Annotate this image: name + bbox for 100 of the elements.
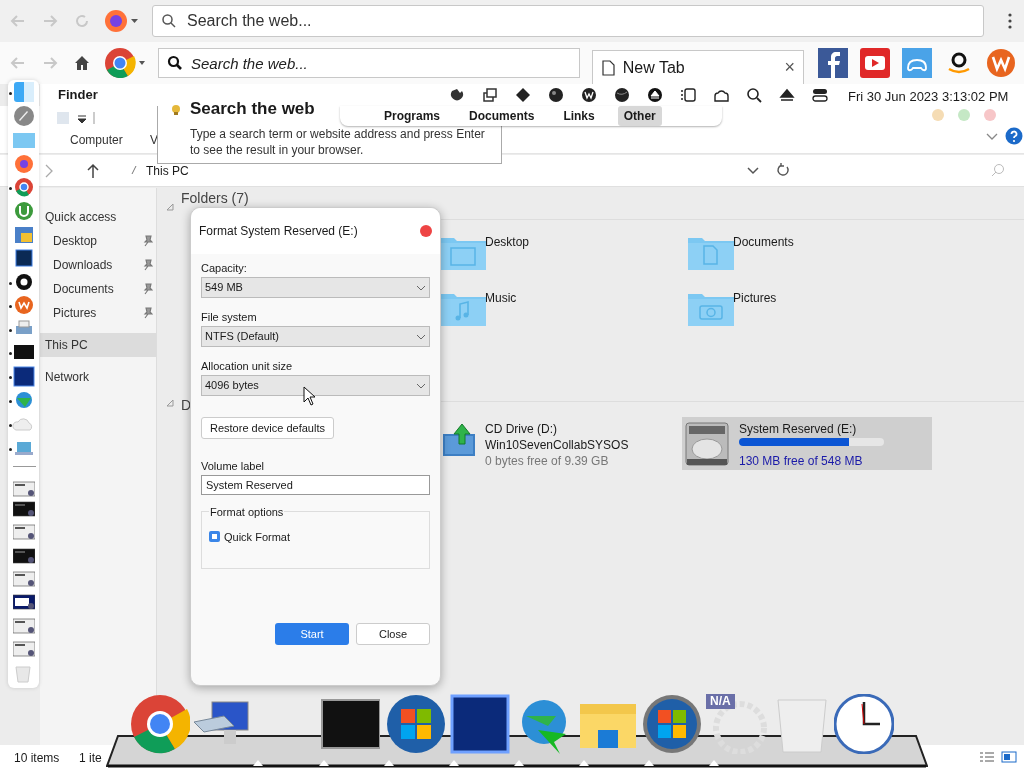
status-text: 1 ite [79,750,102,767]
play-button-icon[interactable] [860,48,890,78]
orb-icon[interactable] [386,694,446,754]
field-label: Volume label [201,459,265,473]
status-text: 10 items [14,750,60,767]
tiles-view-icon[interactable] [1001,751,1017,763]
category-tab[interactable]: Programs [378,106,447,126]
ribbon-tab[interactable]: Computer [70,131,123,149]
clock[interactable]: Fri 30 Jun 2023 3:13:02 PM [848,87,1009,107]
chevron-down-icon [416,382,426,389]
gamepad-icon[interactable] [902,48,932,78]
browser-logo-icon[interactable] [130,694,190,754]
social-icon[interactable] [818,48,848,78]
search-icon[interactable] [746,87,762,103]
browser-logo-icon[interactable] [104,46,146,80]
category-tab[interactable]: Documents [463,106,541,126]
disc-drive-icon[interactable] [442,422,476,458]
diamond-icon[interactable] [515,87,531,103]
drive-name[interactable]: CD Drive (D:) [485,420,557,438]
window-thumbnail-icon[interactable] [13,480,35,498]
ribbon-tab[interactable]: V [150,131,158,149]
sphere-icon[interactable] [548,87,564,103]
toggle-icon[interactable] [812,87,828,103]
checkbox-label: Quick Format [224,529,290,545]
search-field[interactable]: Search the web... [158,48,580,78]
picture-viewer-icon[interactable] [12,224,36,246]
field-label: Allocation unit size [201,359,294,373]
field-label: File system [201,310,258,324]
window-thumbnail-icon[interactable] [13,500,35,518]
hard-drive-icon[interactable] [685,421,729,467]
tab-close-button[interactable]: × [784,54,795,81]
browser-logo-icon[interactable] [12,153,36,175]
eject-icon[interactable] [779,87,795,103]
chevron-down-icon [416,333,426,340]
folder-name[interactable]: Music [485,289,517,307]
toolbar-icon[interactable] [56,110,96,126]
window-thumbnail-icon[interactable] [13,523,35,541]
clock-icon[interactable] [834,694,894,754]
volume-label-field[interactable]: System Reserved [201,475,430,495]
category-tab[interactable]: Other [617,106,662,126]
folder-name[interactable]: Pictures [733,289,777,307]
dialog-title: Format System Reserved (E:) [199,223,359,240]
restore-defaults-button[interactable]: Restore device defaults [201,417,334,439]
photo-editor-icon[interactable] [12,247,36,269]
chevron-down-icon[interactable] [986,133,998,141]
chevron-down-icon [416,284,426,291]
sidebar-icon[interactable] [680,87,696,103]
window-thumbnail-icon[interactable] [13,547,35,565]
window-thumbnail-icon[interactable] [13,570,35,588]
dark-circle-icon[interactable] [581,87,597,103]
nav-item[interactable]: Pictures [40,301,156,325]
checkbox[interactable] [209,531,220,543]
nav-item[interactable]: This PC [40,333,156,357]
dialog-button[interactable]: Close [356,623,430,645]
nav-item[interactable]: Desktop [40,229,156,253]
section-header: D [181,396,192,415]
browser-logo-icon[interactable] [12,176,36,198]
cloud-icon[interactable] [713,87,729,103]
windows-stack-icon[interactable] [482,87,498,103]
window-thumbnail-icon[interactable] [13,640,35,658]
drive-name[interactable]: System Reserved (E:) [739,420,857,438]
category-tab[interactable]: Links [557,106,601,126]
photo-editor-icon[interactable] [450,694,510,754]
section-header: Folders (7) [181,191,249,206]
field-label: Capacity: [201,261,248,275]
torrent-icon[interactable] [12,200,36,222]
nav-item[interactable]: Documents [40,277,156,301]
eject-icon[interactable] [647,87,663,103]
close-button[interactable] [420,225,432,237]
photo-editor-icon[interactable] [12,365,36,387]
help-icon[interactable] [1005,127,1023,145]
badge: N/A [706,694,735,709]
window-thumbnail-icon[interactable] [13,593,35,611]
app-menu[interactable]: Finder [58,85,98,105]
window-thumbnail-icon[interactable] [13,617,35,635]
dialog-button[interactable]: Start [275,623,349,645]
nav-item[interactable]: Network [40,365,156,389]
refresh-icon[interactable] [776,163,790,177]
dropdown[interactable]: NTFS (Default) [201,326,430,347]
tooltip-text: Type a search term or website address and press Enter to see the result in your browser. [190,126,486,158]
dropdown[interactable]: 4096 bytes [201,375,430,396]
up-arrow-icon[interactable] [86,163,100,179]
chevron-down-icon[interactable] [747,167,759,175]
folder-name[interactable]: Documents [733,233,794,251]
nav-item[interactable]: Quick access [40,205,156,229]
orb-icon[interactable] [642,694,702,754]
circle-logo-icon[interactable] [986,48,1016,78]
page-icon [600,59,615,76]
globe-icon[interactable] [614,87,630,103]
separator-icon [131,165,137,175]
browser-logo-icon[interactable] [104,9,140,33]
search-field[interactable]: Search the web... [152,5,984,37]
mouse-pointer-icon [303,386,317,406]
dropdown[interactable]: 549 MB [201,277,430,298]
pin-icon [143,307,153,319]
browser-tab[interactable]: New Tab × [591,50,804,84]
folder-name[interactable]: Desktop [485,233,530,251]
nav-item[interactable]: Downloads [40,253,156,277]
breadcrumb[interactable]: This PC [146,162,189,180]
lightbulb-icon [170,104,182,116]
